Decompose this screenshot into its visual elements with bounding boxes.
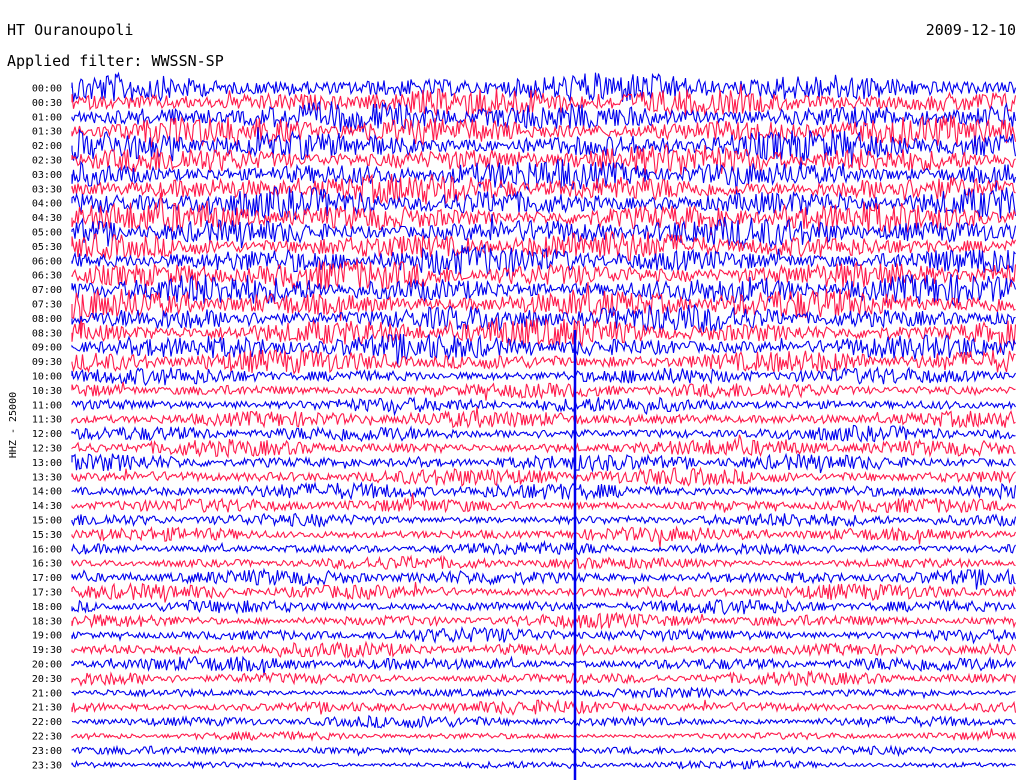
time-tick-label: 08:30 (32, 328, 62, 339)
time-tick-label: 16:00 (32, 544, 62, 555)
station-title: HT Ouranoupoli (7, 21, 133, 39)
time-tick-label: 20:00 (32, 660, 62, 671)
time-tick-label: 11:00 (32, 400, 62, 411)
seismogram-plot: HT Ouranoupoli Applied filter: WWSSN-SP … (0, 0, 1024, 780)
trace-row-2030 (71, 669, 1017, 687)
time-tick-label: 02:30 (32, 156, 62, 167)
time-tick-label: 16:30 (32, 559, 62, 570)
time-tick-label: 05:30 (32, 242, 62, 253)
time-tick-label: 00:00 (32, 84, 62, 95)
trace-row-1300 (71, 452, 1016, 474)
trace-row-1600 (71, 539, 1016, 556)
trace-row-1200 (71, 424, 1016, 443)
time-tick-label: 02:00 (32, 141, 62, 152)
time-tick-label: 21:30 (32, 703, 62, 714)
time-tick-label: 20:30 (32, 674, 62, 685)
trace-row-1130 (71, 406, 1016, 429)
trace-row-2130 (71, 698, 1017, 716)
trace-row-1630 (71, 554, 1016, 571)
trace-row-1700 (71, 567, 1016, 590)
time-tick-label: 15:00 (32, 516, 62, 527)
date-label: 2009-12-10 (926, 21, 1016, 39)
time-tick-label: 15:30 (32, 530, 62, 541)
trace-row-1400 (71, 481, 1017, 501)
time-tick-label: 17:30 (32, 588, 62, 599)
trace-row-1330 (71, 466, 1016, 488)
channel-axis-label: HHZ - 25000 (8, 392, 19, 458)
trace-row-1030 (71, 381, 1016, 401)
trace-row-0730 (71, 281, 1016, 332)
trace-row-1730 (71, 581, 1017, 603)
trace-row-1100 (71, 396, 1016, 417)
time-tick-label: 04:30 (32, 213, 62, 224)
time-tick-label: 00:30 (32, 98, 62, 109)
trace-row-2000 (71, 655, 1016, 676)
time-tick-label: 10:00 (32, 372, 62, 383)
time-tick-label: 05:00 (32, 228, 62, 239)
time-tick-label: 14:30 (32, 501, 62, 512)
trace-row-1230 (71, 434, 1016, 459)
time-tick-label: 10:30 (32, 386, 62, 397)
time-tick-label: 11:30 (32, 415, 62, 426)
time-tick-label: 07:00 (32, 285, 62, 296)
time-tick-label: 03:00 (32, 170, 62, 181)
trace-group (71, 71, 1017, 770)
trace-row-2330 (71, 758, 1016, 770)
trace-row-2230 (71, 728, 1017, 742)
trace-row-1000 (71, 366, 1016, 387)
trace-row-2300 (71, 744, 1016, 758)
time-tick-label: 23:30 (32, 760, 62, 771)
time-tick-label: 21:00 (32, 688, 62, 699)
time-tick-label: 09:00 (32, 343, 62, 354)
time-tick-label: 06:30 (32, 271, 62, 282)
time-tick-label: 01:00 (32, 112, 62, 123)
time-tick-label: 13:30 (32, 472, 62, 483)
time-tick-label: 07:30 (32, 300, 62, 311)
trace-row-0330 (71, 173, 1016, 206)
trace-row-1930 (71, 640, 1017, 659)
trace-row-1830 (71, 611, 1017, 631)
time-tick-label: 01:30 (32, 127, 62, 138)
trace-row-0300 (71, 159, 1017, 195)
filter-label: Applied filter: WWSSN-SP (7, 52, 224, 70)
time-tick-label: 19:30 (32, 645, 62, 656)
time-tick-label: 17:00 (32, 573, 62, 584)
trace-row-0800 (71, 304, 1016, 333)
trace-row-1500 (71, 512, 1017, 528)
time-tick-label: 06:00 (32, 256, 62, 267)
time-tick-label: 22:00 (32, 717, 62, 728)
time-tick-label: 13:00 (32, 458, 62, 469)
time-tick-label: 22:30 (32, 732, 62, 743)
trace-row-1900 (71, 625, 1017, 645)
trace-row-0530 (71, 230, 1017, 262)
time-tick-label: 03:30 (32, 184, 62, 195)
time-tick-label: 19:00 (32, 631, 62, 642)
time-tick-label: 04:00 (32, 199, 62, 210)
time-tick-label: 14:00 (32, 487, 62, 498)
time-tick-label: 23:00 (32, 746, 62, 757)
time-tick-label: 08:00 (32, 314, 62, 325)
trace-row-1800 (71, 598, 1016, 616)
time-tick-label: 09:30 (32, 357, 62, 368)
time-tick-label: 12:30 (32, 444, 62, 455)
helicorder-chart: HT Ouranoupoli Applied filter: WWSSN-SP … (7, 21, 1017, 780)
time-tick-label: 18:30 (32, 616, 62, 627)
trace-row-2200 (71, 714, 1016, 729)
time-tick-label: 18:00 (32, 602, 62, 613)
trace-row-2100 (71, 686, 1016, 700)
time-tick-label: 12:00 (32, 429, 62, 440)
time-tick-labels: 00:00 00:30 01:00 01:30 02:00 02:30 03:00 03:30… (32, 84, 62, 772)
